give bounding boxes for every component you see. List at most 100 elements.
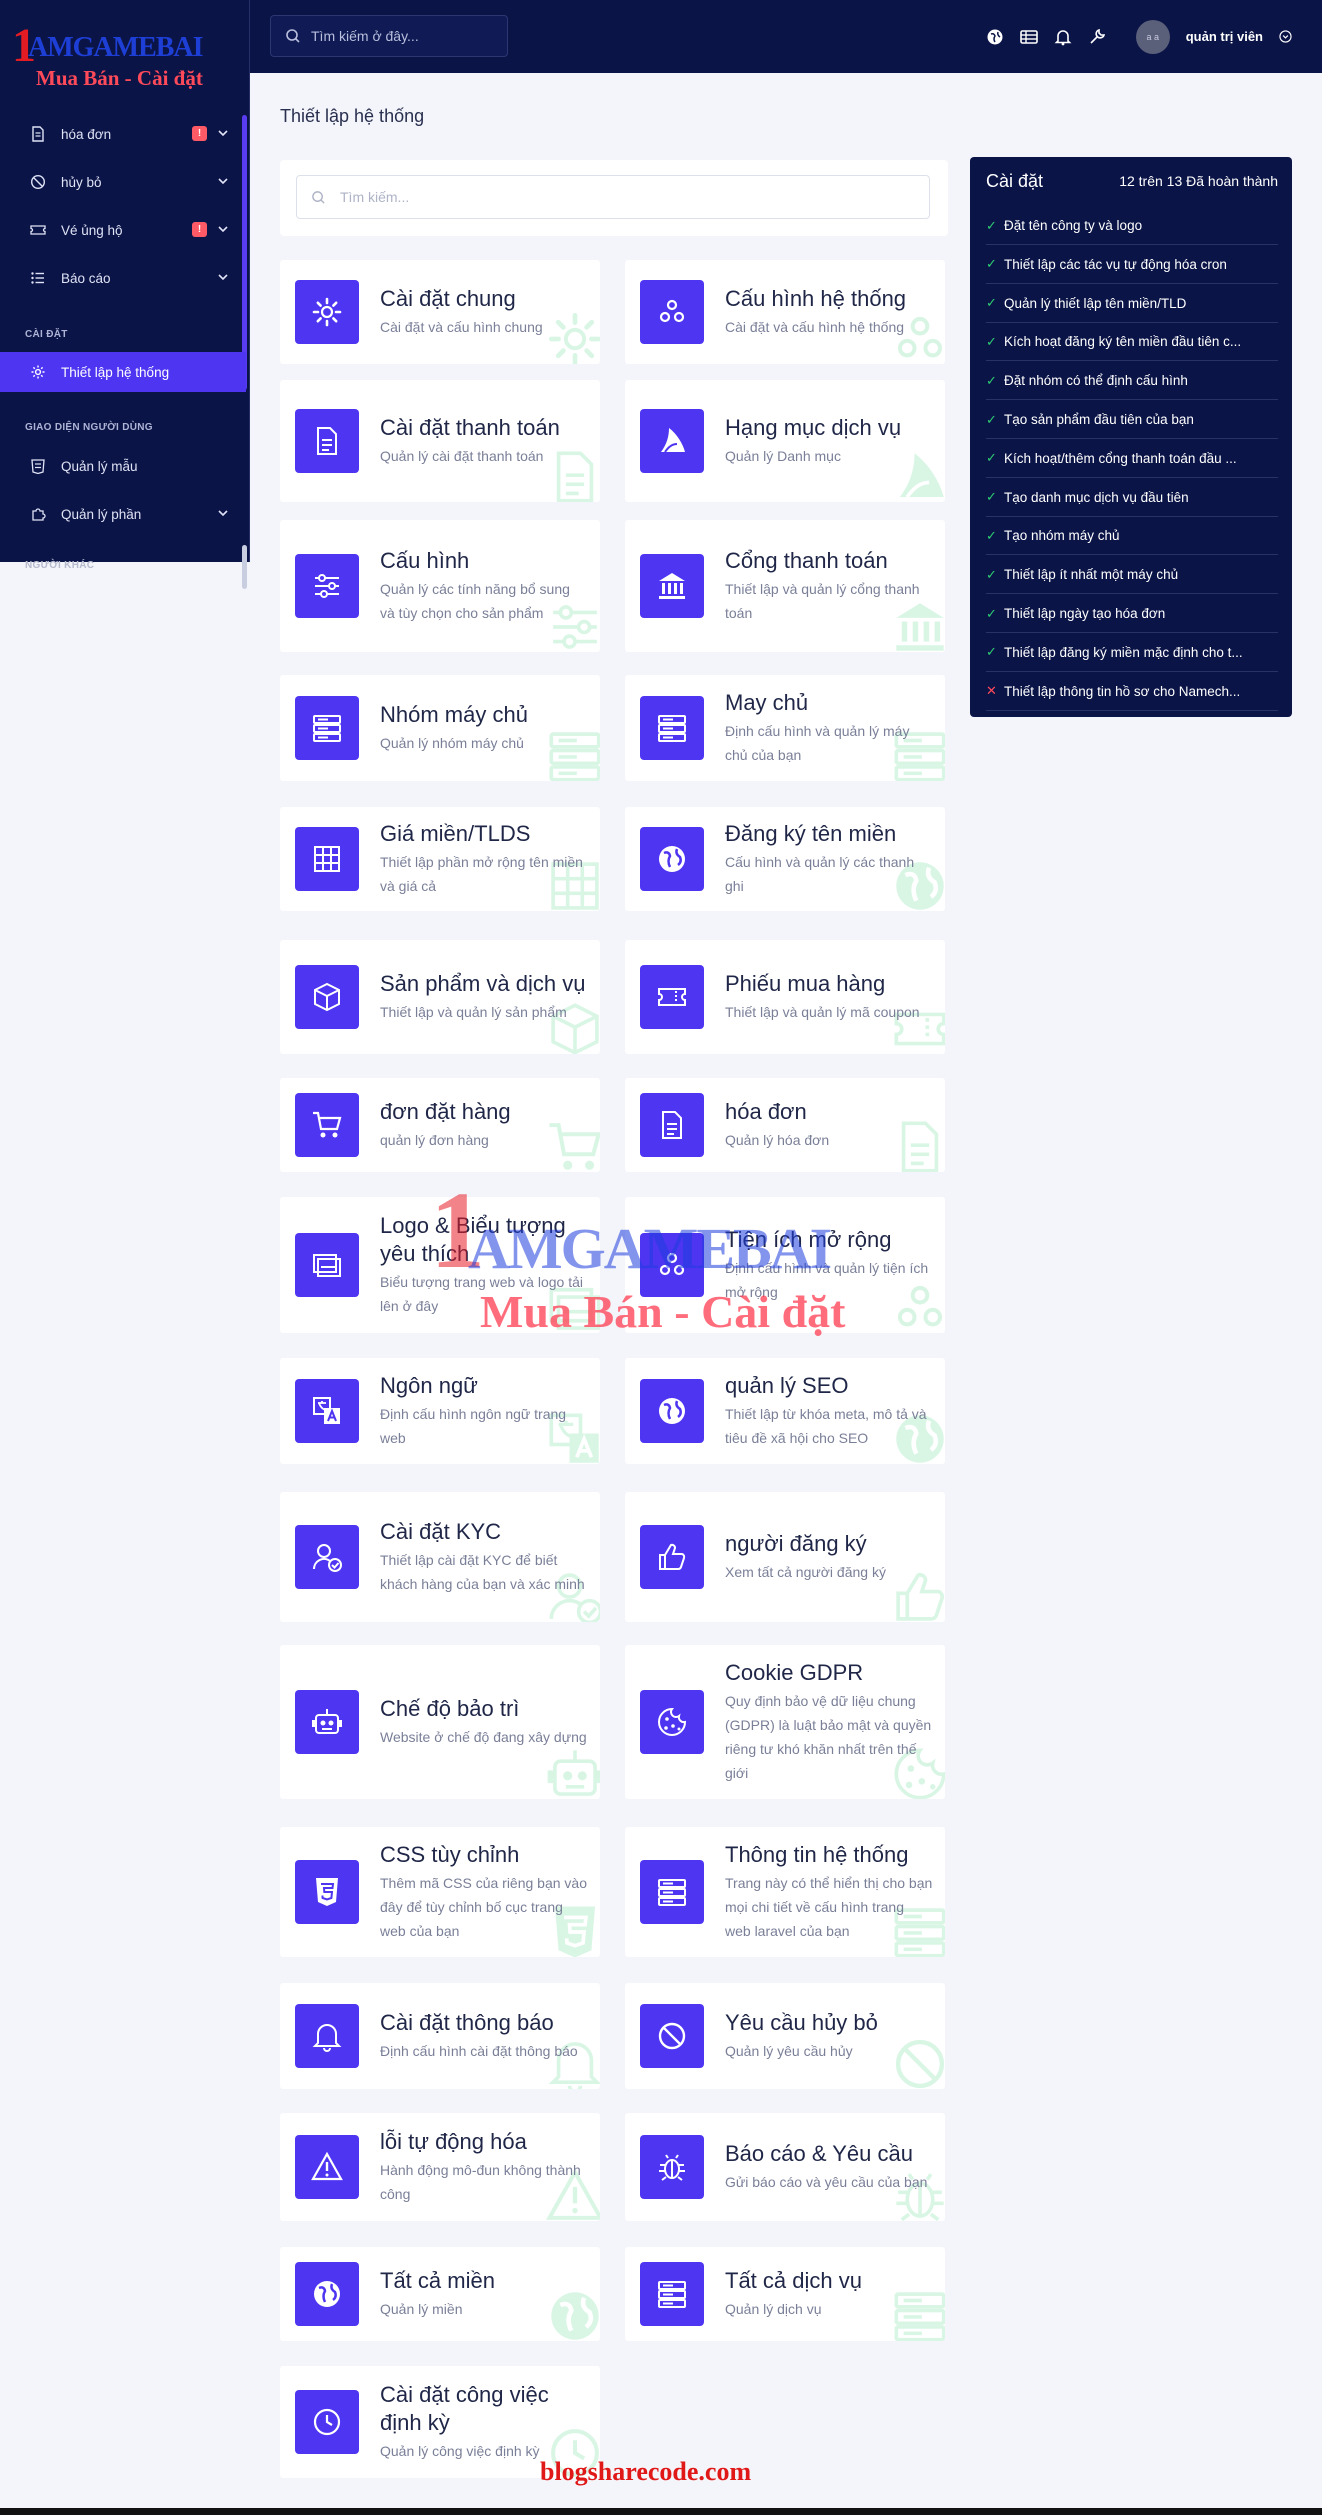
settings-card[interactable]: đơn đặt hàng quản lý đơn hàng <box>280 1078 600 1172</box>
checklist-item[interactable]: ✓ Thiết lập ít nhất một máy chủ <box>986 556 1278 595</box>
settings-card[interactable]: Cài đặt thanh toán Quản lý cài đặt thanh … <box>280 380 600 502</box>
sidebar-item-label: hủy bỏ <box>61 174 102 190</box>
settings-card[interactable]: Sản phẩm và dịch vụ Thiết lập và quản lý … <box>280 940 600 1054</box>
sliders-icon <box>295 554 359 618</box>
settings-card[interactable]: Cấu hình hệ thống Cài đặt và cấu hình hệ … <box>625 260 945 364</box>
settings-card[interactable]: người đăng ký Xem tất cả người đăng ký <box>625 1492 945 1622</box>
checklist-item[interactable]: ✓ Kích hoạt đăng ký tên miền đầu tiên c..… <box>986 323 1278 362</box>
settings-card[interactable]: Cài đặt thông báo Định cấu hình cài đặt t… <box>280 1983 600 2089</box>
card-description: Gửi báo cáo và yêu cầu của bạn <box>725 2174 928 2190</box>
settings-card[interactable]: Đăng ký tên miền Cấu hình và quản lý các … <box>625 807 945 911</box>
sidebar-scrollbar-thumb[interactable] <box>242 545 247 589</box>
bug-icon <box>640 2135 704 2199</box>
globe-icon[interactable] <box>986 28 1004 46</box>
settings-card[interactable]: hóa đơn Quản lý hóa đơn <box>625 1078 945 1172</box>
settings-card[interactable]: CSS tùy chỉnh Thêm mã CSS của riêng bạn v… <box>280 1827 600 1957</box>
settings-card[interactable]: Yêu cầu hủy bỏ Quản lý yêu cầu hủy <box>625 1983 945 2089</box>
bottom-bar <box>0 2508 1322 2515</box>
settings-card[interactable]: Giá miền/TLDS Thiết lập phần mở rộng tên … <box>280 807 600 911</box>
checklist-item-label: Kích hoạt đăng ký tên miền đầu tiên c... <box>1004 334 1242 350</box>
settings-card[interactable]: Nhóm máy chủ Quản lý nhóm máy chủ <box>280 675 600 781</box>
avatar[interactable]: a a <box>1135 19 1170 54</box>
logo[interactable]: 1 AMGAMEBAI Mua Bán - Cài đặt <box>12 22 212 92</box>
card-description: Cài đặt và cấu hình hệ thống <box>725 319 905 335</box>
check-icon: ✓ <box>986 450 997 466</box>
sidebar-item-cancellations[interactable]: hủy bỏ <box>0 162 248 202</box>
settings-card[interactable]: Phiếu mua hàng Thiết lập và quản lý mã co… <box>625 940 945 1054</box>
sidebar-item-invoices[interactable]: hóa đơn ! <box>0 114 248 154</box>
settings-card[interactable]: Thông tin hệ thống Trang này có thể hiển … <box>625 1827 945 1957</box>
checklist-item[interactable]: ✕ Thiết lập thông tin hồ sơ cho Namech... <box>986 673 1278 711</box>
sidebar-item-support-tickets[interactable]: Vé ủng hộ ! <box>0 210 248 250</box>
settings-card[interactable]: May chủ Định cấu hình và quản lý máy chủ … <box>625 675 945 781</box>
settings-card[interactable]: Báo cáo & Yêu cầu Gửi báo cáo và yêu cầu … <box>625 2113 945 2221</box>
settings-card[interactable]: Hạng mục dịch vụ Quản lý Danh mục <box>625 380 945 502</box>
card-title: Tiện ích mở rộng <box>725 1227 892 1252</box>
card-description: Quản lý Danh mục <box>725 448 841 464</box>
checklist-item[interactable]: ✓ Đặt nhóm có thể định cấu hình <box>986 362 1278 401</box>
sidebar-item-label: Báo cáo <box>61 270 111 286</box>
settings-card[interactable]: Ngôn ngữ Định cấu hình ngôn ngữ trang web <box>280 1358 600 1464</box>
bell-icon[interactable] <box>1054 28 1072 46</box>
settings-card[interactable]: Chế độ bảo trì Website ở chế độ đang xây … <box>280 1645 600 1799</box>
card-text: Chế độ bảo trì Website ở chế độ đang xây … <box>380 1695 588 1749</box>
checklist-item[interactable]: ✓ Thiết lập ngày tạo hóa đơn <box>986 595 1278 633</box>
checklist-item[interactable]: ✓ Thiết lập các tác vụ tự động hóa cron <box>986 246 1278 284</box>
chevron-down-icon <box>218 130 228 137</box>
settings-card[interactable]: Cổng thanh toán Thiết lập và quản lý cổng… <box>625 520 945 652</box>
card-text: Tiện ích mở rộng Định cấu hình và quản lý… <box>725 1226 933 1304</box>
card-title: Hạng mục dịch vụ <box>725 415 902 440</box>
sidebar-item-reports[interactable]: Báo cáo <box>0 258 248 298</box>
sidebar-section-other: NGƯỜI KHÁC <box>25 560 95 571</box>
header-search-input[interactable]: Tìm kiếm ở đây... <box>270 15 508 57</box>
check-icon: ✓ <box>986 217 997 233</box>
checklist-item[interactable]: ✓ Tạo nhóm máy chủ <box>986 517 1278 556</box>
card-text: quản lý SEO Thiết lập từ khóa meta, mô tả… <box>725 1372 933 1450</box>
sidebar-item-sections[interactable]: Quản lý phần <box>0 494 248 534</box>
check-icon: ✓ <box>986 411 997 427</box>
card-description: Quy định bảo vệ dữ liệu chung (GDPR) là … <box>725 1693 932 1781</box>
settings-card[interactable]: Cấu hình Quản lý các tính năng bổ sung và… <box>280 520 600 652</box>
ban-icon <box>30 174 46 190</box>
chevron-down-icon <box>218 226 228 233</box>
logo-brand: AMGAMEBAI <box>28 32 204 63</box>
list-icon[interactable] <box>1019 28 1038 46</box>
settings-card[interactable]: Cookie GDPR Quy định bảo vệ dữ liệu chung… <box>625 1645 945 1799</box>
settings-search-input[interactable]: Tìm kiếm... <box>296 175 930 219</box>
wrench-icon[interactable] <box>1088 28 1106 46</box>
card-title: Sản phẩm và dịch vụ <box>380 971 586 996</box>
footer-site-link[interactable]: blogsharecode.com <box>540 2457 751 2487</box>
chevron-down-icon <box>218 274 228 281</box>
sidebar-item-templates[interactable]: Quản lý mẫu <box>0 446 248 486</box>
check-icon: ✓ <box>986 527 997 543</box>
card-text: Cài đặt chung Cài đặt và cấu hình chung <box>380 285 588 339</box>
settings-card[interactable]: lỗi tự động hóa Hành động mô-đun không th… <box>280 2113 600 2221</box>
card-title: người đăng ký <box>725 1531 867 1556</box>
checklist-item[interactable]: ✓ Tạo sản phẩm đầu tiên của bạn <box>986 401 1278 439</box>
checklist-item[interactable]: ✓ Đặt tên công ty và logo <box>986 207 1278 245</box>
settings-card[interactable]: quản lý SEO Thiết lập từ khóa meta, mô tả… <box>625 1358 945 1464</box>
check-icon: ✓ <box>986 333 997 349</box>
card-text: lỗi tự động hóa Hành động mô-đun không th… <box>380 2128 588 2206</box>
clock-icon <box>295 2390 359 2454</box>
checklist-item[interactable]: ✓ Kích hoạt/thêm cổng thanh toán đầu ... <box>986 440 1278 478</box>
settings-card[interactable]: Tiện ích mở rộng Định cấu hình và quản lý… <box>625 1197 945 1333</box>
card-title: Cài đặt thanh toán <box>380 415 560 440</box>
checklist-item-label: Tạo danh mục dịch vụ đầu tiên <box>1004 489 1189 505</box>
settings-card[interactable]: Logo & Biểu tượng yêu thích Biểu tượng tr… <box>280 1197 600 1333</box>
checklist-item-label: Đặt tên công ty và logo <box>1004 218 1143 233</box>
sidebar-item-system-settings[interactable]: Thiết lập hệ thống <box>0 352 246 392</box>
checklist-item[interactable]: ✓ Thiết lập đăng ký miền mặc định cho t..… <box>986 634 1278 672</box>
checklist-item[interactable]: ✓ Tạo danh mục dịch vụ đầu tiên <box>986 479 1278 517</box>
css3-icon <box>295 1860 359 1924</box>
chevron-down-icon[interactable] <box>1279 30 1292 43</box>
settings-card[interactable]: Tất cả dịch vụ Quản lý dịch vụ <box>625 2247 945 2341</box>
user-name[interactable]: quản trị viên <box>1186 29 1263 44</box>
settings-card[interactable]: Tất cả miền Quản lý miền <box>280 2247 600 2341</box>
translate-icon <box>295 1379 359 1443</box>
card-description: Thiết lập cài đặt KYC để biết khách hàng… <box>380 1552 585 1592</box>
settings-card[interactable]: Cài đặt KYC Thiết lập cài đặt KYC để biết… <box>280 1492 600 1622</box>
settings-card[interactable]: Cài đặt chung Cài đặt và cấu hình chung <box>280 260 600 364</box>
sidebar-scrollbar[interactable] <box>242 115 247 390</box>
checklist-item[interactable]: ✓ Quản lý thiết lập tên miền/TLD <box>986 285 1278 323</box>
